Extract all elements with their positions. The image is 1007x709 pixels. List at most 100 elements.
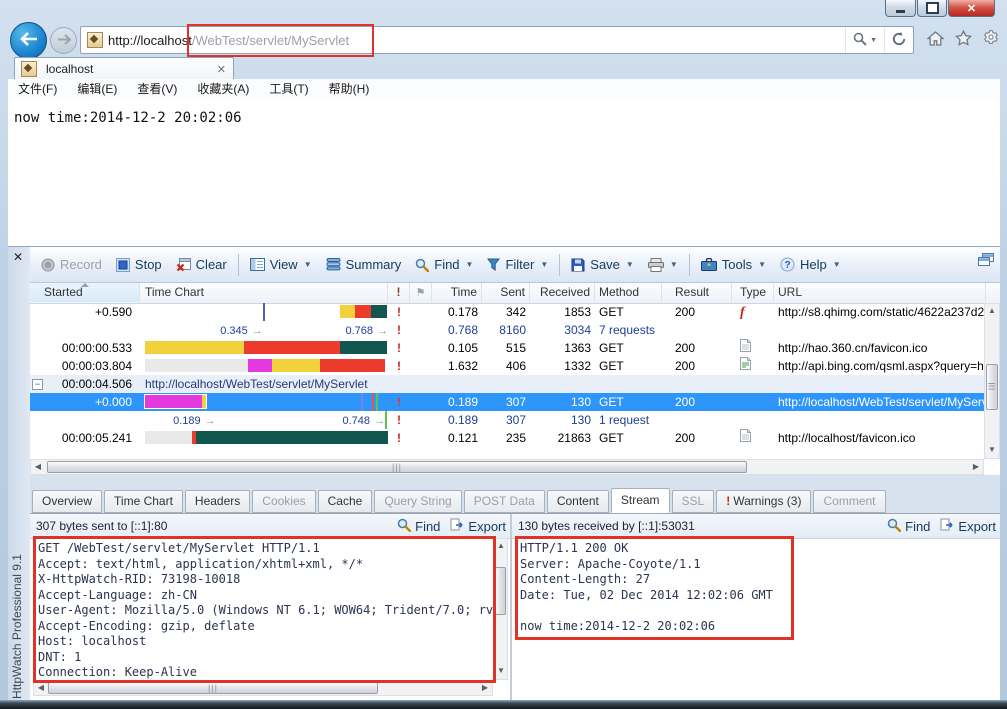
grid-vscroll-thumb[interactable]: ☰ — [986, 364, 998, 410]
scroll-left-icon[interactable]: ◀ — [34, 681, 48, 695]
export-button[interactable]: Export — [450, 518, 506, 534]
request-row-7[interactable]: 00:00:05.241!0.12123521863GET200http://l… — [30, 429, 984, 447]
tab-overview[interactable]: Overview — [32, 490, 102, 513]
toolbar-help-label: Help — [800, 257, 827, 272]
cell-sent: 307 — [482, 411, 530, 429]
column-header-excl[interactable]: ! — [388, 283, 410, 302]
column-header-received[interactable]: Received — [530, 283, 595, 302]
request-row-0[interactable]: +0.590!0.1783421853GET200fhttp://s8.qhim… — [30, 303, 984, 321]
summary-row-6[interactable]: 0.189→0.748→!0.1893071301 request — [30, 411, 984, 429]
column-header-sent[interactable]: Sent — [482, 283, 530, 302]
stream-vertical-scrollbar[interactable]: ▲ ▼ — [493, 538, 508, 680]
detail-tabs: OverviewTime ChartHeadersCookiesCacheQue… — [30, 489, 1000, 513]
cell-url — [774, 321, 984, 339]
tab-content[interactable]: Content — [547, 490, 609, 513]
tab-close-icon[interactable]: ✕ — [217, 63, 226, 76]
menu-item-4[interactable]: 工具(T) — [259, 79, 318, 100]
panel-layout-icon[interactable] — [978, 253, 994, 270]
cell-excl: ! — [388, 339, 410, 357]
summary-row-1[interactable]: 0.345→0.768→!0.768816030347 requests — [30, 321, 984, 339]
request-row-5[interactable]: +0.000!0.189307130GET200http://localhost… — [30, 393, 984, 411]
tab-warnings-3[interactable]: !Warnings (3) — [716, 490, 811, 513]
group-row-4[interactable]: −00:00:04.506http://localhost/WebTest/se… — [30, 375, 984, 393]
menu-item-1[interactable]: 编辑(E) — [67, 79, 127, 100]
toolbar-help-button[interactable]: ?Help▼ — [773, 254, 848, 275]
grid-vertical-scrollbar[interactable]: ▲ ☰ ▼ — [984, 303, 1000, 459]
tab-cache[interactable]: Cache — [318, 490, 373, 513]
column-header-time[interactable]: Time — [432, 283, 482, 302]
request-row-2[interactable]: 00:00:00.533!0.1055151363GET200http://ha… — [30, 339, 984, 357]
cell-started: 00:00:00.533 — [30, 339, 140, 357]
menu-item-3[interactable]: 收藏夹(A) — [187, 79, 259, 100]
column-header-chart[interactable]: Time Chart — [140, 283, 388, 302]
minimize-button[interactable] — [885, 0, 916, 17]
httpwatch-panel: ✕ HttpWatch Professional 9.1 RecordStopC… — [8, 246, 1000, 703]
export-button[interactable]: Export — [940, 518, 996, 534]
find-icon — [397, 518, 411, 535]
toolbar-summary-label: Summary — [346, 257, 402, 272]
chevron-down-icon: ▼ — [540, 260, 548, 269]
browser-tab[interactable]: localhost ✕ — [14, 57, 234, 80]
find-button[interactable]: Find — [887, 518, 930, 535]
column-header-flag[interactable]: ⚑ — [410, 283, 432, 302]
toolbar-find-button[interactable]: Find▼ — [408, 254, 480, 275]
chevron-down-icon: ▼ — [833, 260, 841, 269]
toolbar-save-button[interactable]: Save▼ — [564, 254, 641, 275]
scroll-up-icon[interactable]: ▲ — [985, 304, 999, 318]
toolbar-clear-button[interactable]: Clear — [169, 254, 234, 275]
stream-vscroll-thumb[interactable] — [495, 567, 506, 615]
scroll-down-icon[interactable]: ▼ — [985, 442, 999, 458]
column-header-url[interactable]: URL — [774, 283, 986, 302]
toolbar-tools-button[interactable]: Tools▼ — [694, 254, 773, 275]
toolbar-stop-button[interactable]: Stop — [109, 254, 169, 275]
export-label: Export — [958, 519, 996, 534]
tab-stream[interactable]: Stream — [611, 488, 670, 513]
toolbar-filter-button[interactable]: Filter▼ — [480, 254, 555, 275]
toolbar-summary-button[interactable]: Summary — [319, 254, 409, 275]
toolbar-view-button[interactable]: View▼ — [243, 254, 319, 275]
column-header-started[interactable]: Started — [30, 283, 140, 302]
back-button[interactable] — [10, 22, 47, 59]
toolbar-separator — [238, 254, 239, 276]
scroll-right-icon[interactable]: ▶ — [478, 681, 492, 695]
cell-type — [732, 393, 774, 411]
home-button[interactable] — [927, 31, 944, 49]
close-button[interactable]: ✕ — [948, 0, 995, 17]
find-button[interactable]: Find — [397, 518, 440, 535]
cell-started — [30, 321, 140, 339]
menu-item-2[interactable]: 查看(V) — [127, 79, 187, 100]
cell-type — [732, 429, 774, 447]
request-row-3[interactable]: 00:00:03.804!1.6324061332GET200http://ap… — [30, 357, 984, 375]
scroll-down-icon[interactable]: ▼ — [494, 663, 508, 679]
scroll-up-icon[interactable]: ▲ — [494, 539, 508, 553]
grid-hscroll-thumb[interactable]: ||| — [47, 461, 747, 473]
menu-item-5[interactable]: 帮助(H) — [319, 79, 380, 100]
address-search-button[interactable]: ▼ — [845, 27, 884, 53]
scroll-right-icon[interactable]: ▶ — [969, 460, 983, 474]
tab-time-chart[interactable]: Time Chart — [104, 490, 183, 513]
httpwatch-close-button[interactable]: ✕ — [13, 251, 23, 263]
tab-headers-label: Headers — [195, 494, 240, 508]
toolbar-record-label: Record — [60, 257, 102, 272]
bar-segment — [145, 395, 202, 408]
menu-item-0[interactable]: 文件(F) — [8, 79, 67, 100]
forward-button[interactable] — [50, 27, 77, 54]
toolbar-print-button[interactable]: ▼ — [641, 255, 685, 275]
tab-headers[interactable]: Headers — [185, 490, 250, 513]
column-header-method[interactable]: Method — [595, 283, 662, 302]
address-bar[interactable]: http://localhost/WebTest/servlet/MyServl… — [80, 26, 914, 54]
stream-hscroll-thumb[interactable]: ||| — [48, 682, 378, 694]
refresh-button[interactable] — [884, 27, 913, 53]
column-header-type[interactable]: Type — [732, 283, 774, 302]
column-header-result[interactable]: Result — [662, 283, 732, 302]
scroll-left-icon[interactable]: ◀ — [31, 460, 45, 474]
find-label: Find — [905, 519, 930, 534]
stream-horizontal-scrollbar[interactable]: ◀ ||| ▶ — [33, 680, 493, 696]
grid-horizontal-scrollbar[interactable]: ◀ ||| ▶ — [30, 459, 984, 475]
cell-received: 1332 — [530, 357, 595, 375]
bar-segment — [340, 341, 387, 354]
maximize-button[interactable] — [917, 0, 947, 17]
settings-gear-button[interactable] — [983, 30, 999, 49]
response-line-4 — [512, 603, 1000, 619]
favorites-star-button[interactable] — [955, 30, 972, 49]
